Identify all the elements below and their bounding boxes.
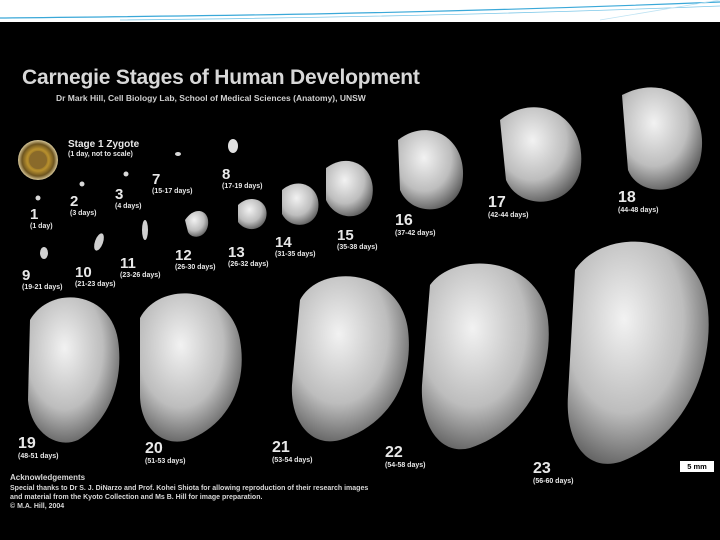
stage-label: 13 (26-32 days) xyxy=(228,244,269,268)
acknowledgements-text: Special thanks to Dr S. J. DiNarzo and P… xyxy=(10,485,369,501)
stage11-photo xyxy=(142,220,148,240)
scale-bar: 5 mm xyxy=(680,461,714,472)
stage-label: 18 (44-48 days) xyxy=(618,189,659,215)
stage-label: 2 (3 days) xyxy=(70,193,97,217)
stage18-photo xyxy=(622,87,703,190)
slide: Carnegie Stages of Human Development Dr … xyxy=(0,0,720,540)
stage-label: 23 (56-60 days) xyxy=(533,460,574,486)
stage-label: 16 (37-42 days) xyxy=(395,212,436,238)
stage1-zygote-label: Stage 1 Zygote (1 day, not to scale) xyxy=(68,139,140,159)
stage2-photo xyxy=(79,181,85,187)
stage7-photo xyxy=(175,152,181,156)
stage-label: 20 (51-53 days) xyxy=(145,440,186,466)
stage-label: 7 (15-17 days) xyxy=(152,171,193,195)
stage-label: 10 (21-23 days) xyxy=(75,264,116,288)
stage14-photo xyxy=(282,183,319,225)
stage-label: 9 (19-21 days) xyxy=(22,267,63,291)
stage21-photo xyxy=(291,276,409,442)
poster-title: Carnegie Stages of Human Development xyxy=(22,66,420,89)
stage3-photo xyxy=(123,171,129,177)
stage23-photo xyxy=(567,241,709,464)
stage-label: 3 (4 days) xyxy=(115,186,142,210)
stage1-photo xyxy=(35,195,41,201)
stage10-photo xyxy=(94,233,104,251)
stage22-photo xyxy=(421,263,549,450)
stage17-photo xyxy=(500,107,582,202)
stage16-photo xyxy=(398,130,464,210)
stage8-photo xyxy=(228,139,238,153)
stage13-photo xyxy=(238,199,267,230)
copyright: © M.A. Hill, 2004 xyxy=(10,502,65,510)
stage-label: 15 (35-38 days) xyxy=(337,227,378,251)
acknowledgements: Acknowledgements Special thanks to Dr S.… xyxy=(10,473,370,511)
stage-label: 14 (31-35 days) xyxy=(275,234,316,258)
stage-label: 1 (1 day) xyxy=(30,206,53,230)
stage-label: 17 (42-44 days) xyxy=(488,194,529,220)
acknowledgements-title: Acknowledgements xyxy=(10,473,86,482)
stage1-zygote-photo xyxy=(18,140,58,180)
stage-label: 22 (54-58 days) xyxy=(385,444,426,470)
stage12-photo xyxy=(185,210,209,237)
stage-label: 21 (53-54 days) xyxy=(272,439,313,465)
stage9-photo xyxy=(40,247,48,259)
stage19-photo xyxy=(28,297,120,443)
stage20-photo xyxy=(140,293,242,442)
stage-label: 8 (17-19 days) xyxy=(222,166,263,190)
stage-label: 19 (48-51 days) xyxy=(18,435,59,461)
stage-label: 12 (26-30 days) xyxy=(175,247,216,271)
stage15-photo xyxy=(326,160,373,217)
stage-label: 11 (23-26 days) xyxy=(120,255,161,279)
poster-subtitle: Dr Mark Hill, Cell Biology Lab, School o… xyxy=(56,93,366,103)
